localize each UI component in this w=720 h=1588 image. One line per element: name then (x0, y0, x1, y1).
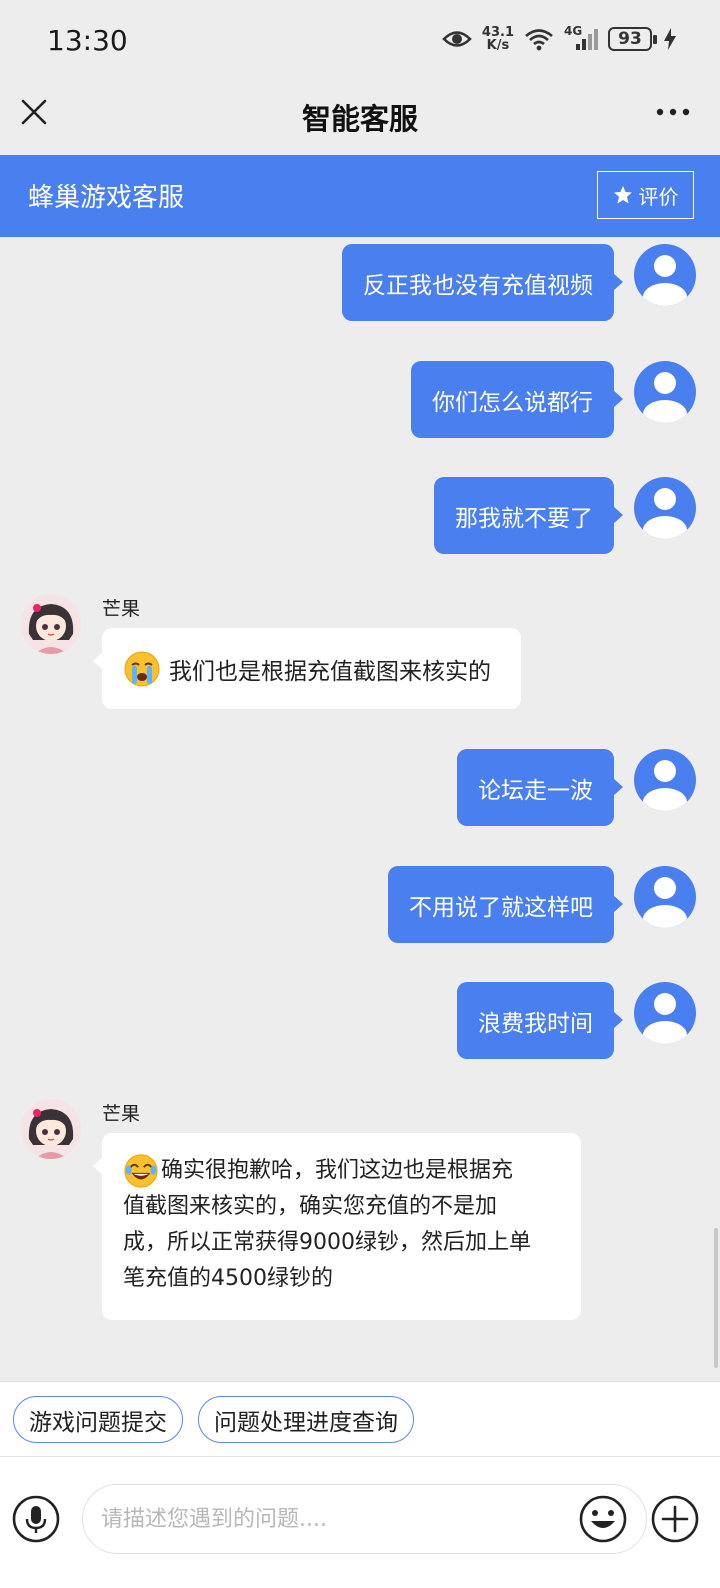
service-name: 蜂巢游戏客服 (28, 183, 185, 213)
user-avatar-icon[interactable] (634, 749, 696, 811)
user-avatar-icon[interactable] (634, 982, 696, 1044)
service-header: 蜂巢游戏客服 评价 (0, 155, 720, 237)
page-title: 智能客服 (301, 102, 418, 136)
net-speed: 43.1 K/s (482, 26, 514, 52)
rate-label: 评价 (638, 184, 679, 209)
agent-message-text: 我们也是根据充值截图来核实的 (169, 658, 491, 685)
title-bar: 智能客服 (0, 80, 720, 154)
user-message-bubble[interactable]: 不用说了就这样吧 (388, 866, 623, 943)
user-avatar-icon[interactable] (634, 866, 696, 928)
message-input-field[interactable] (82, 1484, 647, 1554)
signal-icon: 4G (564, 24, 598, 52)
agent-name: 芒果 (102, 1103, 141, 1125)
status-bar: 13:30 43.1 K/s 4G 93 (0, 0, 720, 80)
user-message-bubble[interactable]: 那我就不要了 (434, 477, 623, 554)
user-avatar-icon[interactable] (634, 361, 696, 423)
agent-message-bubble[interactable]: 我们也是根据充值截图来核实的 (93, 628, 521, 709)
user-message-bubble[interactable]: 你们怎么说都行 (411, 361, 623, 438)
quick-reply-progress-query[interactable]: 问题处理进度查询 (198, 1396, 414, 1443)
user-avatar-icon[interactable] (634, 244, 696, 306)
status-time: 13:30 (47, 24, 128, 57)
emoji-icon[interactable] (579, 1495, 627, 1543)
tears-of-joy-emoji-icon (124, 1154, 158, 1188)
quick-reply-bar: 游戏问题提交 问题处理进度查询 (0, 1381, 720, 1457)
microphone-icon[interactable] (12, 1495, 60, 1543)
agent-message-line: 值截图来核实的，确实您充值的不是加 (123, 1194, 498, 1219)
more-icon[interactable] (656, 102, 690, 122)
agent-avatar[interactable] (21, 594, 81, 654)
message-input[interactable] (101, 1501, 571, 1537)
agent-avatar[interactable] (21, 1099, 81, 1159)
user-message-bubble[interactable]: 浪费我时间 (457, 982, 623, 1059)
agent-message-line: 成，所以正常获得9000绿钞，然后加上单 (123, 1230, 531, 1255)
chat-scrollbar[interactable] (714, 1228, 718, 1368)
wifi-icon (525, 29, 553, 51)
chat-message-list[interactable]: 反正我也没有充值视频 你们怎么说都行 那我就不要了 芒果 我们也是根据充值截图来… (0, 237, 720, 1381)
net-speed-unit: K/s (486, 38, 510, 53)
user-message-bubble[interactable]: 反正我也没有充值视频 (342, 244, 623, 321)
agent-message-line: 确实很抱歉哈，我们这边也是根据充 (123, 1153, 560, 1189)
eye-icon (442, 31, 472, 47)
agent-message-bubble[interactable]: 确实很抱歉哈，我们这边也是根据充 值截图来核实的，确实您充值的不是加 成，所以正… (93, 1133, 581, 1320)
agent-name: 芒果 (102, 598, 141, 620)
star-icon (613, 186, 632, 204)
agent-message-line: 笔充值的4500绿钞的 (123, 1266, 333, 1291)
quick-reply-game-issue[interactable]: 游戏问题提交 (13, 1396, 183, 1443)
status-icons: 43.1 K/s 4G 93 (442, 24, 676, 52)
user-avatar-icon[interactable] (634, 477, 696, 539)
input-bar (0, 1457, 720, 1588)
rate-button[interactable]: 评价 (597, 171, 694, 219)
crying-emoji-icon (124, 651, 160, 686)
user-message-bubble[interactable]: 论坛走一波 (457, 749, 623, 826)
battery-indicator: 93 (608, 27, 657, 51)
plus-icon[interactable] (651, 1495, 699, 1543)
charging-icon (664, 28, 676, 50)
